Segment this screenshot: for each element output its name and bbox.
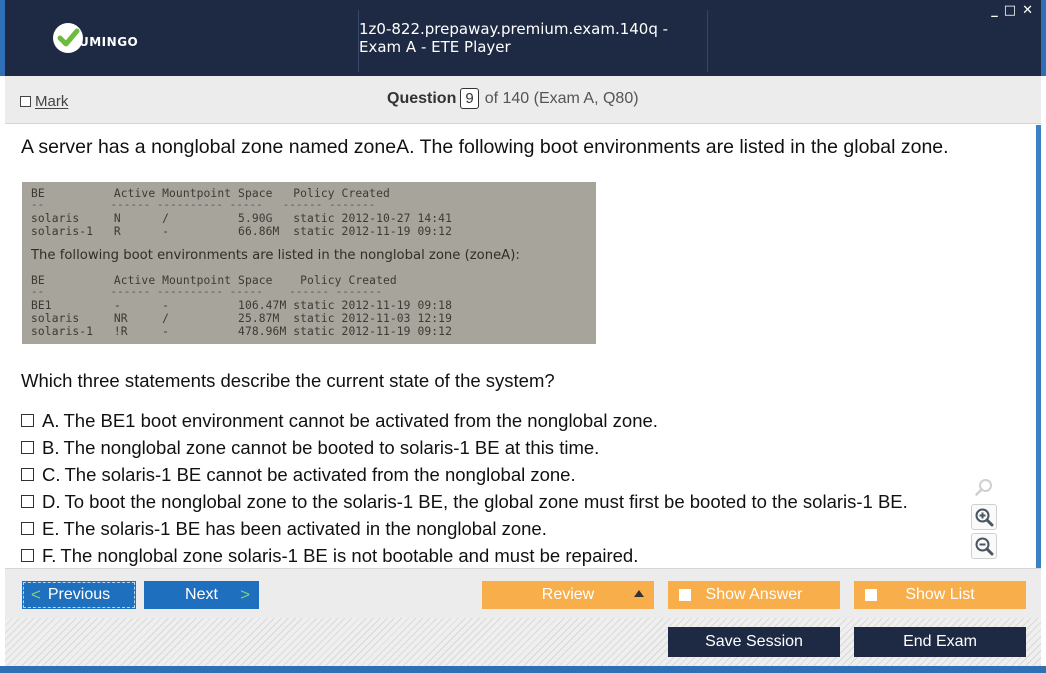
option-checkbox[interactable] [21,495,34,508]
zoom-tools [971,475,997,562]
option-d[interactable]: D. To boot the nonglobal zone to the sol… [21,488,908,515]
chevron-left-icon: < [31,585,41,604]
next-button[interactable]: Next > [144,581,259,609]
option-text: The nonglobal zone solaris-1 BE is not b… [60,544,639,566]
question-label: Question [387,89,457,107]
question-prompt: Which three statements describe the curr… [21,370,555,391]
previous-label: Previous [47,586,111,603]
exhibit-zone-row: solaris NR / 25.87M static 2012-11-03 12… [31,312,452,325]
maximize-icon[interactable]: □ [1004,4,1016,18]
save-session-button[interactable]: Save Session [668,627,840,657]
question-number-input[interactable]: 9 [460,88,479,109]
show-answer-button[interactable]: Show Answer [668,581,840,609]
show-list-button[interactable]: Show List [854,581,1026,609]
option-a[interactable]: A. The BE1 boot environment cannot be ac… [21,407,908,434]
option-checkbox[interactable] [21,441,34,454]
next-label: Next [185,586,218,603]
question-total: of 140 (Exam A, Q80) [484,89,639,107]
option-checkbox[interactable] [21,414,34,427]
option-checkbox[interactable] [21,522,34,535]
option-text: To boot the nonglobal zone to the solari… [64,490,908,512]
question-text: A server has a nonglobal zone named zone… [21,136,949,158]
question-counter: Question 9 of 140 (Exam A, Q80) [387,88,639,109]
question-content: A server has a nonglobal zone named zone… [5,125,1041,568]
option-text: The nonglobal zone cannot be booted to s… [63,436,600,458]
question-header: Mark Question 9 of 140 (Exam A, Q80) [5,76,1041,124]
option-letter: B. [42,436,60,458]
session-bar: Save Session End Exam [5,618,1041,666]
option-f[interactable]: F. The nonglobal zone solaris-1 BE is no… [21,542,908,569]
show-answer-checkbox[interactable] [679,589,691,601]
answer-options: A. The BE1 boot environment cannot be ac… [21,407,908,569]
show-list-checkbox[interactable] [865,589,877,601]
minimize-icon[interactable]: _ [991,4,998,18]
option-text: The solaris-1 BE cannot be activated fro… [64,463,576,485]
review-label: Review [541,586,595,603]
option-letter: F. [42,544,57,566]
exhibit-global-dash: -- ------ ---------- ----- ------ ------… [31,198,376,211]
exhibit-zone-row: solaris-1 !R - 478.96M static 2012-11-19… [31,325,452,338]
exhibit-image: BE Active Mountpoint Space Policy Create… [22,182,596,344]
review-button[interactable]: Review [482,581,654,609]
chevron-right-icon: > [240,585,250,604]
option-letter: E. [42,517,60,539]
navigation-bar: < Previous Next > Review Show Answer Sho… [5,568,1041,618]
option-letter: D. [42,490,61,512]
show-answer-label: Show Answer [705,586,803,603]
zoom-search-icon[interactable] [971,475,997,501]
window-bottom-border [0,666,1046,673]
exhibit-sentence: The following boot environments are list… [31,248,520,263]
previous-button[interactable]: < Previous [22,581,136,609]
mark-label: Mark [35,93,69,110]
caret-up-icon [634,590,644,597]
option-checkbox[interactable] [21,549,34,562]
mark-checkbox[interactable]: Mark [20,93,68,110]
option-text: The BE1 boot environment cannot be activ… [63,409,658,431]
option-e[interactable]: E. The solaris-1 BE has been activated i… [21,515,908,542]
logo-text: UMINGO [79,35,139,49]
show-list-label: Show List [905,586,975,603]
app-logo: UMINGO [51,20,161,56]
option-b[interactable]: B. The nonglobal zone cannot be booted t… [21,434,908,461]
title-bar: UMINGO 1z0-822.prepaway.premium.exam.140… [0,0,1046,76]
exhibit-global-row: solaris-1 R - 66.86M static 2012-11-19 0… [31,225,452,238]
exhibit-zone-row: BE1 - - 106.47M static 2012-11-19 09:18 [31,299,452,312]
option-letter: C. [42,463,61,485]
window-title: 1z0-822.prepaway.premium.exam.140q - Exa… [359,20,669,56]
zoom-in-icon[interactable] [971,504,997,530]
option-checkbox[interactable] [21,468,34,481]
mark-checkbox-box[interactable] [20,96,31,107]
option-c[interactable]: C. The solaris-1 BE cannot be activated … [21,461,908,488]
end-exam-button[interactable]: End Exam [854,627,1026,657]
option-letter: A. [42,409,60,431]
window-controls: _ □ ✕ [991,4,1033,18]
close-icon[interactable]: ✕ [1022,4,1033,18]
exhibit-global-row: solaris N / 5.90G static 2012-10-27 14:4… [31,212,452,225]
zoom-out-icon[interactable] [971,533,997,559]
exhibit-zone-dash: -- ------ ---------- ----- ------ ------… [31,285,382,298]
option-text: The solaris-1 BE has been activated in t… [63,517,547,539]
